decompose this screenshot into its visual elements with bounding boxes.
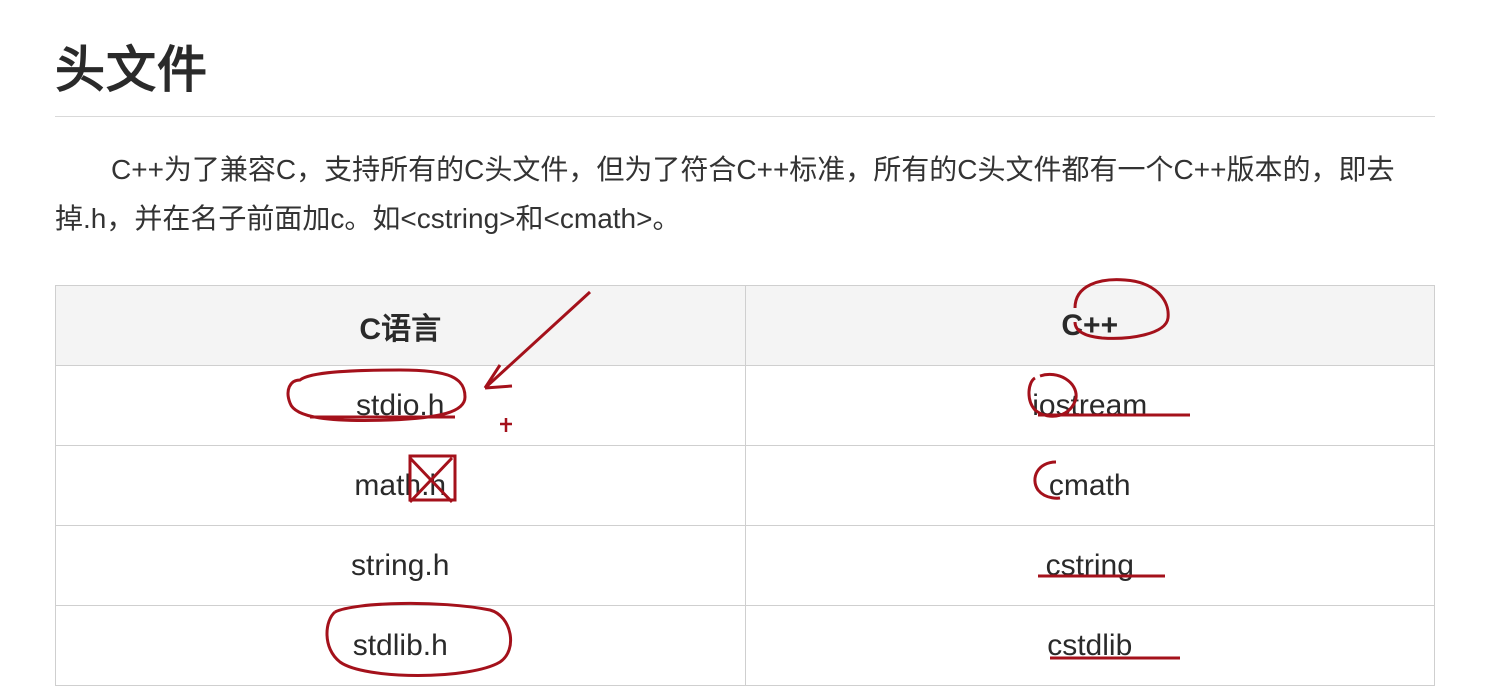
cell-cpp: cstdlib xyxy=(745,606,1435,686)
table-row: stdlib.h cstdlib xyxy=(56,606,1435,686)
table-row: stdio.h iostream xyxy=(56,366,1435,446)
cell-cpp: iostream xyxy=(745,366,1435,446)
cell-c: stdio.h xyxy=(56,366,746,446)
table-row: math.h cmath xyxy=(56,446,1435,526)
header-file-table: C语言 C++ stdio.h iostream math.h cmath st… xyxy=(55,285,1435,686)
cell-c: math.h xyxy=(56,446,746,526)
col-header-cpp: C++ xyxy=(745,286,1435,366)
table-row: string.h cstring xyxy=(56,526,1435,606)
cell-c: string.h xyxy=(56,526,746,606)
col-header-c: C语言 xyxy=(56,286,746,366)
cell-c: stdlib.h xyxy=(56,606,746,686)
cell-cpp: cmath xyxy=(745,446,1435,526)
cell-cpp: cstring xyxy=(745,526,1435,606)
intro-paragraph: C++为了兼容C，支持所有的C头文件，但为了符合C++标准，所有的C头文件都有一… xyxy=(55,145,1435,243)
page-title: 头文件 xyxy=(55,30,1435,117)
